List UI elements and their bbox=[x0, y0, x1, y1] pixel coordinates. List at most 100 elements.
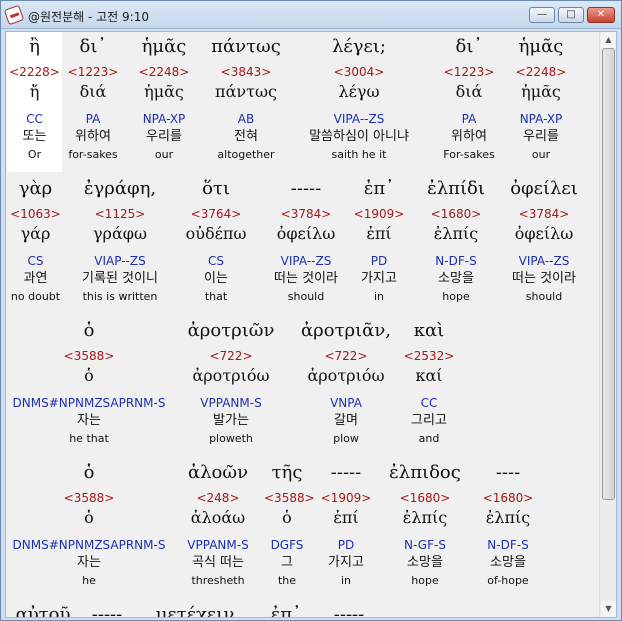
morphology-code[interactable]: PD bbox=[310, 538, 382, 552]
greek-word[interactable]: ----- bbox=[314, 604, 384, 617]
strongs-number[interactable]: <2532> bbox=[402, 349, 456, 363]
lemma: ἐλπίς bbox=[485, 508, 531, 527]
morphology-code[interactable]: VNPA bbox=[290, 396, 402, 410]
greek-word[interactable]: ἐπ᾽ bbox=[258, 604, 314, 617]
morphology-code[interactable]: VIAP--ZS bbox=[65, 254, 175, 268]
greek-word[interactable]: ----- bbox=[310, 462, 382, 484]
korean-gloss: 자는 bbox=[77, 413, 101, 428]
morphology-code[interactable]: VPPANM-S bbox=[172, 396, 290, 410]
strongs-number[interactable]: <1680> bbox=[468, 491, 548, 505]
greek-word[interactable]: λέγει; bbox=[299, 36, 419, 58]
greek-word[interactable]: ἡμᾶς bbox=[129, 36, 199, 58]
strongs-number[interactable]: <3764> bbox=[176, 207, 256, 221]
korean-gloss: 가지고 bbox=[361, 271, 397, 286]
greek-word[interactable]: ἐγράφη, bbox=[65, 178, 175, 200]
morphology-code[interactable]: N-DF-S bbox=[468, 538, 548, 552]
strongs-number[interactable]: <1680> bbox=[414, 207, 498, 221]
strongs-number[interactable]: <3588> bbox=[264, 491, 315, 505]
morphology-code[interactable]: AB bbox=[201, 112, 291, 126]
morphology-code[interactable]: NPA-XP bbox=[506, 112, 576, 126]
strongs-number[interactable]: <1223> bbox=[434, 65, 504, 79]
lemma: ἡμᾶς bbox=[144, 82, 184, 101]
english-gloss: hope bbox=[411, 574, 439, 587]
greek-word[interactable]: γὰρ bbox=[7, 178, 64, 200]
strongs-number[interactable]: <3784> bbox=[496, 207, 592, 221]
morphology-code[interactable]: VPPANM-S bbox=[172, 538, 264, 552]
greek-word[interactable]: ἀροτριᾶν, bbox=[290, 320, 402, 342]
greek-word[interactable]: ---- bbox=[468, 462, 548, 484]
greek-word[interactable]: τῆς bbox=[264, 462, 310, 484]
greek-word[interactable]: πάντως bbox=[201, 36, 291, 58]
strongs-number[interactable]: <722> bbox=[172, 349, 290, 363]
english-gloss: of-hope bbox=[487, 574, 529, 587]
greek-word[interactable]: δι᾽ bbox=[434, 36, 504, 58]
greek-word[interactable]: δι᾽ bbox=[63, 36, 123, 58]
greek-word[interactable]: ----- bbox=[79, 604, 135, 617]
korean-gloss: 그 bbox=[281, 555, 293, 570]
morphology-code[interactable]: VIPA--ZS bbox=[496, 254, 592, 268]
strongs-number[interactable]: <3843> bbox=[201, 65, 291, 79]
strongs-number[interactable]: <3004> bbox=[299, 65, 419, 79]
greek-word[interactable]: ὁ bbox=[7, 320, 171, 342]
strongs-number[interactable]: <1909> bbox=[310, 491, 382, 505]
strongs-number[interactable]: <3588> bbox=[7, 491, 171, 505]
greek-word[interactable]: ἀλοῶν bbox=[172, 462, 264, 484]
strongs-number[interactable]: <2228> bbox=[7, 65, 62, 79]
greek-word[interactable]: μετέχειν bbox=[139, 604, 251, 617]
morphology-code[interactable]: PA bbox=[63, 112, 123, 126]
greek-word[interactable]: ἐλπίδι bbox=[414, 178, 498, 200]
morphology-code[interactable]: CC bbox=[7, 112, 62, 126]
korean-gloss: 이는 bbox=[204, 271, 228, 286]
scroll-up-icon[interactable]: ▲ bbox=[601, 32, 616, 48]
strongs-number[interactable]: <3588> bbox=[7, 349, 171, 363]
lemma: ἡμᾶς bbox=[521, 82, 561, 101]
scroll-down-icon[interactable]: ▼ bbox=[601, 601, 616, 617]
strongs-number[interactable]: <1680> bbox=[382, 491, 468, 505]
morphology-code[interactable]: CS bbox=[176, 254, 256, 268]
strongs-number[interactable]: <1063> bbox=[7, 207, 64, 221]
maximize-button[interactable]: □ bbox=[558, 7, 584, 23]
english-gloss: in bbox=[340, 574, 352, 587]
title-bar[interactable]: @원전분해 - 고전 9:10 — □ ✕ bbox=[1, 1, 621, 29]
strongs-number[interactable]: <1125> bbox=[65, 207, 175, 221]
morphology-code[interactable]: N-GF-S bbox=[382, 538, 468, 552]
korean-gloss: 기록된 것이니 bbox=[82, 271, 158, 286]
strongs-number[interactable]: <1909> bbox=[344, 207, 414, 221]
greek-word[interactable]: ἡμᾶς bbox=[506, 36, 576, 58]
strongs-number[interactable]: <248> bbox=[172, 491, 264, 505]
strongs-number[interactable]: <722> bbox=[290, 349, 402, 363]
greek-word[interactable]: καὶ bbox=[402, 320, 456, 342]
vertical-scrollbar[interactable]: ▲ ▼ bbox=[599, 32, 616, 617]
scrollbar-thumb[interactable] bbox=[602, 48, 615, 500]
morphology-code[interactable]: CS bbox=[7, 254, 64, 268]
greek-word[interactable]: ἐλπιδος bbox=[382, 462, 468, 484]
greek-word[interactable]: ὅτι bbox=[176, 178, 256, 200]
greek-word[interactable]: αὐτοῦ bbox=[7, 604, 79, 617]
greek-word[interactable]: ὀφείλει bbox=[496, 178, 592, 200]
morphology-code[interactable]: PA bbox=[434, 112, 504, 126]
morphology-code[interactable]: CC bbox=[402, 396, 456, 410]
greek-word[interactable]: ἐπ᾽ bbox=[344, 178, 414, 200]
strongs-number[interactable]: <2248> bbox=[506, 65, 576, 79]
greek-word[interactable]: ----- bbox=[256, 178, 356, 200]
minimize-button[interactable]: — bbox=[529, 7, 555, 23]
morphology-code[interactable]: DNMS#NPNMZSAPRNM-S bbox=[7, 396, 171, 410]
greek-word[interactable]: ἀροτριῶν bbox=[172, 320, 290, 342]
close-button[interactable]: ✕ bbox=[587, 7, 615, 23]
strongs-number[interactable]: <3784> bbox=[256, 207, 356, 221]
korean-gloss: 떠는 것이라 bbox=[274, 271, 338, 286]
greek-word[interactable]: ἢ bbox=[7, 36, 62, 58]
lemma: καί bbox=[415, 366, 443, 385]
strongs-number[interactable]: <1223> bbox=[63, 65, 123, 79]
greek-word[interactable]: ὁ bbox=[7, 462, 171, 484]
app-icon[interactable] bbox=[3, 4, 25, 26]
strongs-number[interactable]: <2248> bbox=[129, 65, 199, 79]
morphology-code[interactable]: VIPA--ZS bbox=[256, 254, 356, 268]
morphology-code[interactable]: NPA-XP bbox=[129, 112, 199, 126]
morphology-code[interactable]: VIPA--ZS bbox=[299, 112, 419, 126]
morphology-code[interactable]: N-DF-S bbox=[414, 254, 498, 268]
morphology-code[interactable]: PD bbox=[344, 254, 414, 268]
morphology-code[interactable]: DNMS#NPNMZSAPRNM-S bbox=[7, 538, 171, 552]
morphology-code[interactable]: DGFS bbox=[264, 538, 310, 552]
korean-gloss: 우리를 bbox=[146, 129, 182, 144]
